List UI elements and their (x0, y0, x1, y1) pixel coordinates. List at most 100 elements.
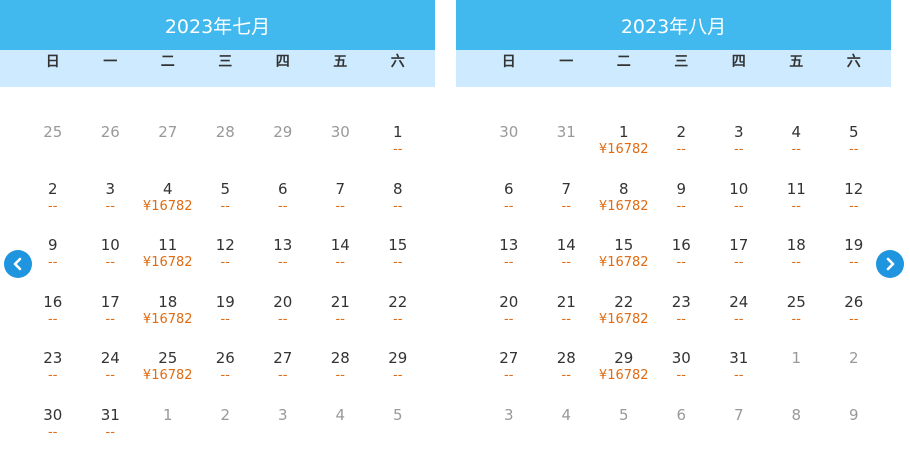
day-price: -- (82, 199, 140, 215)
day-cell[interactable]: 11-- (768, 179, 826, 236)
day-cell[interactable]: 22-- (369, 292, 427, 349)
day-cell[interactable]: 3-- (82, 179, 140, 236)
day-price: -- (480, 255, 538, 271)
day-cell[interactable]: 18¥16782 (139, 292, 197, 349)
day-cell[interactable]: 5-- (825, 122, 883, 179)
day-cell[interactable]: 30 (312, 122, 370, 179)
day-cell[interactable]: 31-- (710, 348, 768, 405)
day-cell[interactable]: 28-- (312, 348, 370, 405)
day-cell[interactable]: 23-- (24, 348, 82, 405)
day-cell[interactable]: 30 (480, 122, 538, 179)
day-cell[interactable]: 26-- (825, 292, 883, 349)
day-cell[interactable]: 12-- (197, 235, 255, 292)
day-cell[interactable]: 28-- (538, 348, 596, 405)
day-cell[interactable]: 2 (825, 348, 883, 405)
day-number: 2 (653, 122, 711, 142)
day-cell[interactable]: 25¥16782 (139, 348, 197, 405)
day-cell[interactable]: 14-- (538, 235, 596, 292)
day-cell[interactable]: 15-- (369, 235, 427, 292)
day-cell[interactable]: 20-- (254, 292, 312, 349)
day-cell[interactable]: 4 (312, 405, 370, 461)
day-cell[interactable]: 6-- (254, 179, 312, 236)
day-price: -- (312, 199, 370, 215)
day-cell[interactable]: 1 (768, 348, 826, 405)
day-cell[interactable]: 21-- (312, 292, 370, 349)
day-cell[interactable]: 4-- (768, 122, 826, 179)
day-cell[interactable]: 10-- (710, 179, 768, 236)
prev-month-button[interactable] (4, 250, 32, 278)
day-cell[interactable]: 9-- (24, 235, 82, 292)
day-cell[interactable]: 17-- (82, 292, 140, 349)
day-cell[interactable]: 1 (139, 405, 197, 461)
day-cell[interactable]: 25 (24, 122, 82, 179)
day-cell[interactable]: 7-- (312, 179, 370, 236)
day-cell[interactable]: 5 (595, 405, 653, 461)
day-cell[interactable]: 2-- (653, 122, 711, 179)
day-cell[interactable]: 25-- (768, 292, 826, 349)
day-cell[interactable]: 10-- (82, 235, 140, 292)
day-cell[interactable]: 8 (768, 405, 826, 461)
day-cell[interactable]: 1¥16782 (595, 122, 653, 179)
day-cell[interactable]: 22¥16782 (595, 292, 653, 349)
day-price: ¥16782 (595, 199, 653, 215)
day-cell[interactable]: 5-- (197, 179, 255, 236)
day-cell[interactable]: 12-- (825, 179, 883, 236)
day-price: -- (82, 312, 140, 328)
day-cell[interactable]: 19-- (825, 235, 883, 292)
day-cell[interactable]: 11¥16782 (139, 235, 197, 292)
day-cell[interactable]: 17-- (710, 235, 768, 292)
day-cell[interactable]: 28 (197, 122, 255, 179)
day-cell[interactable]: 27-- (480, 348, 538, 405)
day-cell[interactable]: 27 (139, 122, 197, 179)
day-cell[interactable]: 29 (254, 122, 312, 179)
day-cell[interactable]: 4 (538, 405, 596, 461)
day-cell[interactable]: 26-- (197, 348, 255, 405)
day-cell[interactable]: 16-- (653, 235, 711, 292)
day-cell[interactable]: 1-- (369, 122, 427, 179)
day-cell[interactable]: 18-- (768, 235, 826, 292)
day-cell[interactable]: 23-- (653, 292, 711, 349)
day-cell[interactable]: 19-- (197, 292, 255, 349)
day-number: 17 (82, 292, 140, 312)
day-cell[interactable]: 8-- (369, 179, 427, 236)
day-cell[interactable]: 13-- (480, 235, 538, 292)
day-cell[interactable]: 7 (710, 405, 768, 461)
day-cell[interactable]: 29¥16782 (595, 348, 653, 405)
day-cell[interactable]: 3 (254, 405, 312, 461)
day-cell[interactable]: 9-- (653, 179, 711, 236)
day-cell[interactable]: 14-- (312, 235, 370, 292)
day-cell[interactable]: 26 (82, 122, 140, 179)
day-cell[interactable]: 31-- (82, 405, 140, 461)
day-cell[interactable]: 3 (480, 405, 538, 461)
weekday-label: 日 (24, 50, 82, 87)
calendar-july: 2023年七月 日 一 二 三 四 五 六 2526272829301--2--… (0, 0, 435, 443)
day-cell[interactable]: 8¥16782 (595, 179, 653, 236)
day-cell[interactable]: 20-- (480, 292, 538, 349)
day-cell[interactable]: 5 (369, 405, 427, 461)
day-cell[interactable]: 16-- (24, 292, 82, 349)
day-cell[interactable]: 29-- (369, 348, 427, 405)
day-cell[interactable]: 24-- (710, 292, 768, 349)
day-cell[interactable]: 31 (538, 122, 596, 179)
day-cell[interactable]: 3-- (710, 122, 768, 179)
day-cell[interactable]: 13-- (254, 235, 312, 292)
day-cell[interactable]: 9 (825, 405, 883, 461)
day-cell[interactable]: 24-- (82, 348, 140, 405)
day-cell[interactable]: 7-- (538, 179, 596, 236)
next-month-button[interactable] (876, 250, 904, 278)
day-cell[interactable]: 30-- (24, 405, 82, 461)
day-cell[interactable]: 27-- (254, 348, 312, 405)
day-cell[interactable]: 2 (197, 405, 255, 461)
day-cell[interactable]: 6 (653, 405, 711, 461)
day-price: -- (24, 199, 82, 215)
day-cell[interactable]: 4¥16782 (139, 179, 197, 236)
day-cell[interactable]: 30-- (653, 348, 711, 405)
day-price: -- (768, 255, 826, 271)
day-cell[interactable]: 2-- (24, 179, 82, 236)
day-cell[interactable]: 6-- (480, 179, 538, 236)
day-number: 16 (653, 235, 711, 255)
day-price: -- (768, 312, 826, 328)
day-cell[interactable]: 21-- (538, 292, 596, 349)
day-number: 27 (480, 348, 538, 368)
day-cell[interactable]: 15¥16782 (595, 235, 653, 292)
